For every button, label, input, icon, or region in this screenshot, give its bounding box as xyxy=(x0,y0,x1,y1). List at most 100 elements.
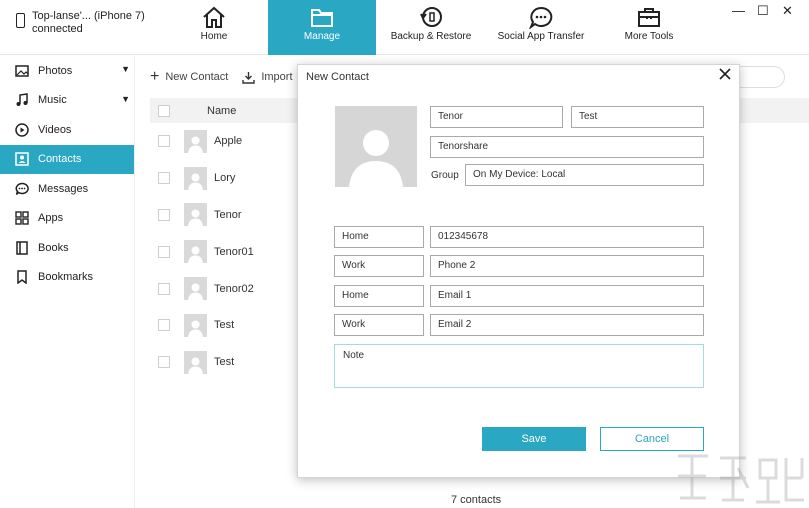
save-button[interactable]: Save xyxy=(482,427,586,451)
nav-more-tools[interactable]: More Tools xyxy=(596,0,702,55)
person-silhouette-icon xyxy=(188,357,203,374)
restore-icon xyxy=(420,7,442,27)
contact-name: Test xyxy=(214,356,235,369)
sidebar-item-messages[interactable]: Messages xyxy=(0,174,134,204)
phone-1-field[interactable]: 012345678 xyxy=(430,226,704,248)
import-button[interactable]: Import xyxy=(242,71,293,84)
contact-card-icon xyxy=(14,151,30,167)
column-name-header[interactable]: Name xyxy=(207,105,236,117)
dialog-title: New Contact xyxy=(306,71,369,83)
row-checkbox[interactable] xyxy=(158,356,170,369)
sidebar-item-label: Apps xyxy=(38,212,64,225)
avatar xyxy=(184,166,207,190)
music-note-icon xyxy=(14,92,30,108)
row-checkbox[interactable] xyxy=(158,245,170,258)
phone-2-type-select[interactable]: Work xyxy=(334,255,424,277)
new-contact-button[interactable]: + New Contact xyxy=(150,68,228,86)
sidebar-item-label: Music xyxy=(38,94,67,107)
contact-name: Tenor01 xyxy=(214,245,254,258)
contact-name: Apple xyxy=(214,135,243,148)
play-circle-icon xyxy=(14,122,30,138)
contact-name: Test xyxy=(214,319,235,332)
nav-manage[interactable]: Manage xyxy=(268,0,376,55)
close-icon xyxy=(719,68,731,80)
person-silhouette-icon xyxy=(188,246,203,264)
last-name-field[interactable]: Test xyxy=(571,106,704,128)
email-2-type-select[interactable]: Work xyxy=(334,314,424,336)
sidebar-item-bookmarks[interactable]: Bookmarks xyxy=(0,263,134,293)
search-input[interactable] xyxy=(735,66,785,88)
avatar xyxy=(184,313,207,337)
book-icon xyxy=(14,240,30,256)
email-2-field[interactable]: Email 2 xyxy=(430,314,704,336)
chevron-down-icon[interactable]: ▼ xyxy=(121,64,130,74)
avatar xyxy=(184,129,207,153)
contact-photo-placeholder[interactable] xyxy=(335,106,417,187)
watermark-graphic xyxy=(678,454,804,504)
person-silhouette-icon xyxy=(188,283,203,301)
nav-social-app-transfer[interactable]: Social App Transfer xyxy=(486,0,596,55)
sidebar-item-label: Bookmarks xyxy=(38,271,94,284)
row-checkbox[interactable] xyxy=(158,172,170,185)
home-icon xyxy=(203,6,225,28)
email-1-type-select[interactable]: Home xyxy=(334,285,424,307)
bookmark-icon xyxy=(14,269,30,285)
company-field[interactable]: Tenorshare xyxy=(430,136,704,158)
email-1-field[interactable]: Email 1 xyxy=(430,285,704,307)
device-status: connected xyxy=(32,23,83,35)
avatar xyxy=(184,277,207,301)
phone-1-type-select[interactable]: Home xyxy=(334,226,424,248)
nav-backup-restore[interactable]: Backup & Restore xyxy=(376,0,486,55)
sidebar-item-apps[interactable]: Apps xyxy=(0,204,134,234)
sidebar-item-label: Contacts xyxy=(38,153,82,166)
dialog-close-button[interactable] xyxy=(716,67,734,85)
contact-name: Lory xyxy=(214,172,236,185)
minimize-button[interactable]: — xyxy=(732,3,745,18)
top-bar: Top-lanse'... (iPhone 7) connected Home … xyxy=(0,0,809,55)
sidebar-item-photos[interactable]: Photos ▼ xyxy=(0,56,134,86)
chevron-down-icon[interactable]: ▼ xyxy=(121,94,130,104)
row-checkbox[interactable] xyxy=(158,319,170,332)
avatar xyxy=(184,203,207,227)
first-name-field[interactable]: Tenor xyxy=(430,106,563,128)
group-select[interactable]: On My Device: Local xyxy=(465,164,704,186)
sidebar-item-label: Messages xyxy=(38,182,89,195)
select-all-checkbox[interactable] xyxy=(158,104,170,117)
sidebar-item-label: Photos xyxy=(38,64,73,77)
note-textarea[interactable]: Note xyxy=(334,344,704,388)
sidebar-item-books[interactable]: Books xyxy=(0,233,134,263)
sidebar-item-label: Videos xyxy=(38,123,72,136)
row-checkbox[interactable] xyxy=(158,282,170,295)
chat-bubble-icon xyxy=(529,6,553,29)
person-silhouette-icon xyxy=(188,136,203,153)
contact-name: Tenor02 xyxy=(214,282,254,295)
sidebar-item-videos[interactable]: Videos xyxy=(0,115,134,145)
row-checkbox[interactable] xyxy=(158,135,170,148)
nav-home[interactable]: Home xyxy=(160,0,268,55)
sidebar-item-contacts[interactable]: Contacts xyxy=(0,144,134,174)
folder-icon xyxy=(311,9,333,27)
close-window-button[interactable]: ✕ xyxy=(782,3,793,19)
new-contact-dialog: New Contact Tenor Test Tenorshare Group … xyxy=(297,64,740,478)
sidebar: Photos ▼ Music ▼ Videos Contacts Message… xyxy=(0,56,135,508)
person-silhouette-icon xyxy=(188,320,203,337)
phone-icon xyxy=(16,13,25,28)
avatar xyxy=(184,350,207,374)
person-silhouette-icon xyxy=(349,130,403,187)
message-icon xyxy=(14,181,30,197)
row-checkbox[interactable] xyxy=(158,208,170,221)
avatar xyxy=(184,240,207,264)
contact-name: Tenor xyxy=(214,208,242,221)
apps-grid-icon xyxy=(14,210,30,226)
phone-2-field[interactable]: Phone 2 xyxy=(430,255,704,277)
sidebar-item-music[interactable]: Music ▼ xyxy=(0,86,134,116)
contacts-toolbar: + New Contact Import xyxy=(150,68,307,86)
contact-count: 7 contacts xyxy=(451,494,502,506)
person-silhouette-icon xyxy=(188,209,203,227)
plus-icon: + xyxy=(150,68,160,85)
device-name: Top-lanse'... (iPhone 7) xyxy=(32,10,145,22)
person-silhouette-icon xyxy=(188,173,203,190)
maximize-button[interactable]: ☐ xyxy=(757,3,769,19)
device-info: Top-lanse'... (iPhone 7) connected xyxy=(16,10,145,36)
import-icon xyxy=(242,71,256,84)
